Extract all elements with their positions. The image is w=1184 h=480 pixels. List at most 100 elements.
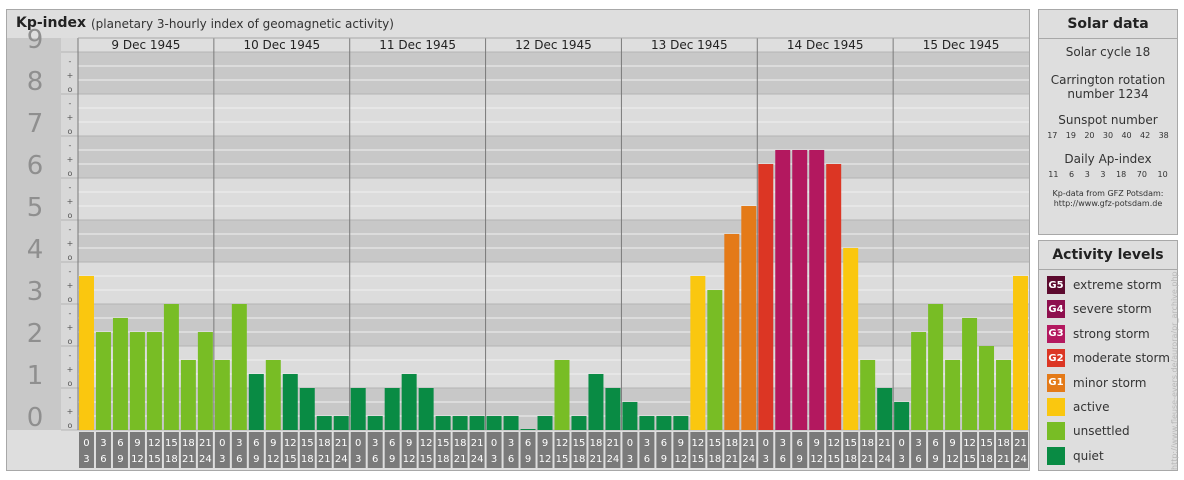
interval-end-label: 18 <box>708 454 721 465</box>
ap-value: 3 <box>1084 170 1090 179</box>
minor-tick-label: + <box>67 155 74 164</box>
minor-tick-label: - <box>69 225 72 234</box>
interval-start-label: 0 <box>83 438 89 449</box>
legend-label: strong storm <box>1073 326 1150 341</box>
legend-item-moderate-storm: G2 moderate storm <box>1047 348 1170 368</box>
interval-start-label: 0 <box>898 438 904 449</box>
interval-end-label: 9 <box>525 454 531 465</box>
interval-end-label: 18 <box>573 454 586 465</box>
kp-bar <box>265 359 281 430</box>
activity-levels-heading: Activity levels <box>1039 241 1177 270</box>
legend-item-severe-storm: G4 severe storm <box>1047 299 1152 319</box>
sunspot-value: 42 <box>1140 131 1151 140</box>
interval-start-label: 3 <box>508 438 514 449</box>
interval-end-label: 24 <box>1014 454 1027 465</box>
interval-start-label: 3 <box>644 438 650 449</box>
y-tick-label: 0 <box>27 403 44 433</box>
interval-start-label: 15 <box>708 438 721 449</box>
minor-tick-label: - <box>69 141 72 150</box>
kp-bar <box>486 416 502 430</box>
day-label: 15 Dec 1945 <box>923 38 1000 52</box>
interval-end-label: 9 <box>253 454 259 465</box>
kp-bar <box>367 416 383 430</box>
kp-band <box>7 220 1029 262</box>
interval-start-label: 21 <box>607 438 620 449</box>
y-tick-label: 6 <box>27 151 44 181</box>
day-label: 11 Dec 1945 <box>379 38 456 52</box>
y-tick-label: 3 <box>27 277 44 307</box>
interval-start-label: 12 <box>963 438 976 449</box>
interval-start-label: 15 <box>844 438 857 449</box>
y-tick-label: 8 <box>27 67 44 97</box>
minor-tick-label: + <box>67 113 74 122</box>
interval-end-label: 24 <box>335 454 348 465</box>
interval-start-label: 18 <box>725 438 738 449</box>
kp-bar <box>962 317 978 430</box>
kp-bar <box>503 416 519 430</box>
interval-start-label: 0 <box>219 438 225 449</box>
interval-end-label: 12 <box>539 454 552 465</box>
kp-bar-chart: 0123456789o+-o+-o+-o+-o+-o+-o+-o+-o+-9 D… <box>7 25 1029 470</box>
source-link[interactable]: http://www.gfz-potsdam.de <box>1039 199 1177 209</box>
interval-end-label: 21 <box>590 454 603 465</box>
interval-start-label: 3 <box>372 438 378 449</box>
interval-start-label: 0 <box>355 438 361 449</box>
interval-start-label: 9 <box>406 438 412 449</box>
kp-bar <box>1013 275 1028 430</box>
sunspot-value: 38 <box>1158 131 1169 140</box>
interval-start-label: 15 <box>165 438 178 449</box>
y-tick-label: 7 <box>27 109 44 139</box>
interval-end-label: 15 <box>420 454 433 465</box>
interval-start-label: 0 <box>627 438 633 449</box>
interval-start-label: 21 <box>335 438 348 449</box>
minor-tick-label: + <box>67 323 74 332</box>
legend-swatch: G2 <box>1047 349 1065 368</box>
ap-value: 3 <box>1100 170 1106 179</box>
kp-bar <box>197 332 213 430</box>
legend-label: severe storm <box>1073 302 1152 317</box>
interval-end-label: 15 <box>284 454 297 465</box>
kp-bar <box>231 304 247 430</box>
legend-item-quiet: quiet <box>1047 446 1104 466</box>
minor-tick-label: - <box>69 393 72 402</box>
interval-start-label: 18 <box>590 438 603 449</box>
sunspot-values-row: 17 19 20 30 40 42 38 <box>1039 131 1177 140</box>
legend-label: minor storm <box>1073 375 1147 390</box>
interval-start-label: 0 <box>763 438 769 449</box>
sunspot-value: 20 <box>1084 131 1095 140</box>
kp-band <box>7 178 1029 220</box>
minor-tick-label: o <box>68 211 73 220</box>
y-tick-label: 5 <box>27 193 44 223</box>
interval-end-label: 12 <box>131 454 144 465</box>
interval-start-label: 18 <box>861 438 874 449</box>
interval-end-label: 24 <box>878 454 891 465</box>
interval-end-label: 12 <box>674 454 687 465</box>
interval-start-label: 9 <box>134 438 140 449</box>
ap-index-label: Daily Ap-index <box>1064 152 1152 166</box>
interval-end-label: 3 <box>83 454 89 465</box>
kp-band <box>7 262 1029 304</box>
interval-start-label: 3 <box>100 438 106 449</box>
minor-tick-label: - <box>69 309 72 318</box>
kp-bar <box>945 359 961 430</box>
kp-bar <box>112 317 128 430</box>
minor-tick-label: o <box>68 127 73 136</box>
interval-start-label: 6 <box>932 438 938 449</box>
kp-bar <box>758 164 774 430</box>
legend-item-extreme-storm: G5 extreme storm <box>1047 275 1162 295</box>
activity-levels-panel: Activity levels G5 extreme storm G4 severe … <box>1038 240 1178 471</box>
kp-bar <box>333 416 349 430</box>
interval-start-label: 21 <box>471 438 484 449</box>
sunspot-value: 40 <box>1121 131 1132 140</box>
interval-end-label: 18 <box>301 454 314 465</box>
interval-start-label: 6 <box>525 438 531 449</box>
interval-end-label: 3 <box>355 454 361 465</box>
y-tick-label: 2 <box>27 319 44 349</box>
interval-start-label: 21 <box>199 438 212 449</box>
minor-tick-label: o <box>68 169 73 178</box>
day-label: 12 Dec 1945 <box>515 38 592 52</box>
sunspot-value: 17 <box>1047 131 1058 140</box>
kp-bar <box>163 304 179 430</box>
kp-bar <box>809 149 825 430</box>
interval-end-label: 24 <box>742 454 755 465</box>
